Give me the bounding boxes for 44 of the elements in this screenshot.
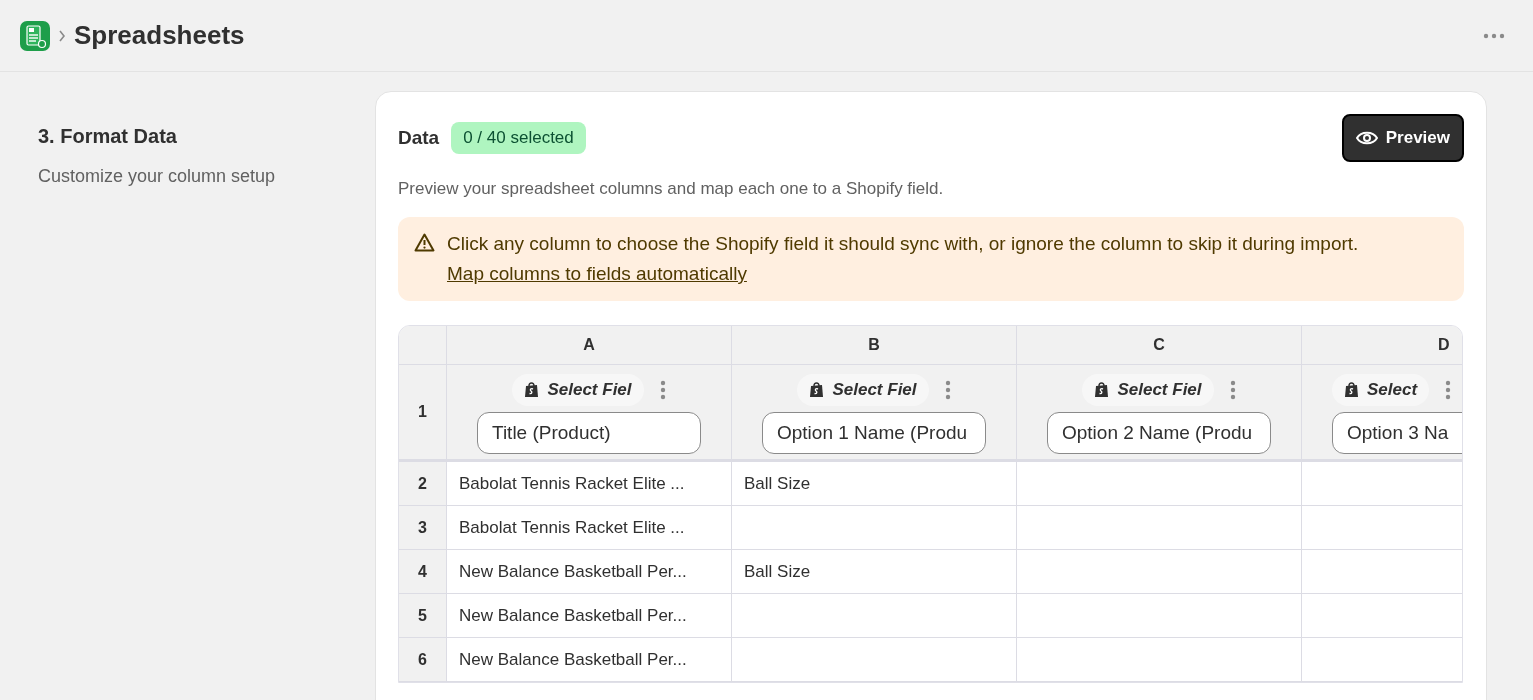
column-name-field[interactable]: Title (Product) (477, 411, 701, 454)
table-cell-text: Ball Size (744, 472, 811, 495)
column-menu-icon[interactable] (659, 379, 666, 400)
column-letter: D (1437, 335, 1451, 355)
page-title: Spreadsheets (74, 19, 245, 52)
row-number: 4 (399, 550, 447, 593)
eye-icon (1355, 130, 1378, 145)
table-cell-text: Ball Size (744, 560, 811, 583)
card-description: Preview your spreadsheet columns and map each one to a Shopify field. (398, 177, 945, 200)
table-cell-text: New Balance Basketball Per... (459, 648, 687, 671)
select-field-button[interactable]: Select Fiel (512, 374, 644, 406)
auto-map-link[interactable]: Map columns to fields automatically (447, 263, 747, 284)
step-title: 3. Format Data (38, 124, 178, 149)
selection-count-badge: 0 / 40 selected (451, 122, 586, 154)
column-menu-icon[interactable] (1445, 379, 1452, 400)
column-menu-icon[interactable] (1229, 379, 1236, 400)
row-number: 2 (399, 462, 447, 505)
shopping-bag-icon (524, 381, 540, 399)
row-number: 6 (399, 638, 447, 681)
table-cell-text: New Balance Basketball Per... (459, 560, 687, 583)
shopping-bag-icon (1094, 381, 1110, 399)
select-field-button[interactable]: Select Fiel (797, 374, 929, 406)
shopping-bag-icon (1344, 381, 1359, 399)
row-number: 5 (399, 594, 447, 637)
preview-button[interactable]: Preview (1341, 114, 1464, 162)
card-title: Data (398, 125, 440, 150)
column-menu-icon[interactable] (944, 379, 951, 400)
row-number: 1 (399, 365, 447, 459)
more-menu-icon[interactable] (1483, 32, 1505, 39)
spreadsheet-app-icon (20, 20, 50, 51)
warning-icon (414, 233, 435, 252)
table-cell-text: Babolat Tennis Racket Elite ... (459, 516, 685, 539)
row-number: 3 (399, 506, 447, 549)
breadcrumb-chevron-icon (58, 29, 66, 42)
column-name-field[interactable]: Option 1 Name (Produ (762, 411, 986, 454)
table-cell-text: Babolat Tennis Racket Elite ... (459, 472, 685, 495)
select-field-button[interactable]: Select (1332, 374, 1430, 406)
select-field-button[interactable]: Select Fiel (1082, 374, 1214, 406)
column-name-field[interactable]: Option 3 Na (1332, 411, 1462, 454)
shopping-bag-icon (809, 381, 825, 399)
column-name-field[interactable]: Option 2 Name (Produ (1047, 411, 1271, 454)
banner-text: Click any column to choose the Shopify field it should sync with, or ignore the column to skip it during import. Map columns to fields automatically (447, 232, 1360, 286)
table-cell-text: New Balance Basketball Per... (459, 604, 687, 627)
step-subtitle: Customize your column setup (38, 165, 277, 188)
